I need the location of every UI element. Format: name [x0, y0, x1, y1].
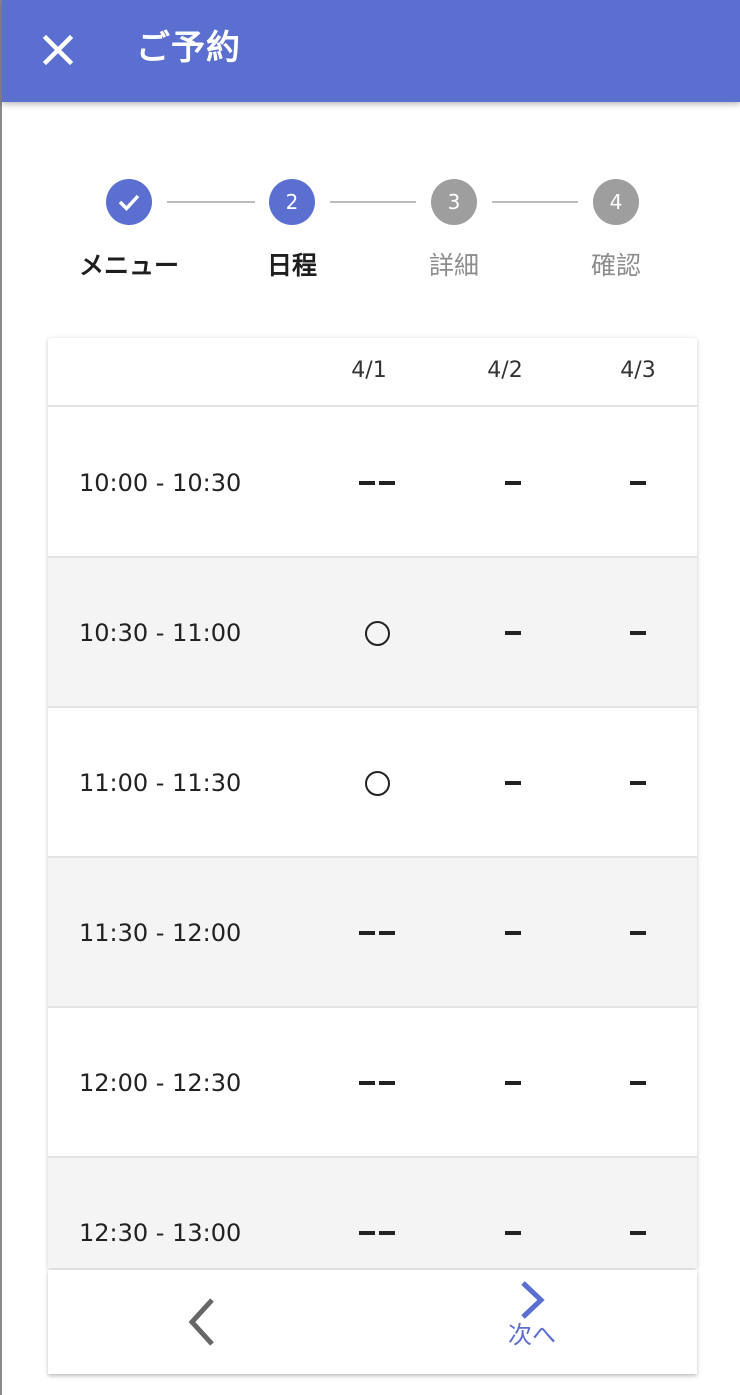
unavailable-slot	[473, 913, 553, 953]
unavailable-slot	[473, 1213, 553, 1253]
dash-mark	[630, 1081, 646, 1085]
step-label: 詳細	[428, 251, 479, 280]
step-number: 2	[269, 179, 315, 225]
step-label: 日程	[266, 251, 317, 280]
time-slot-label: 12:00 - 12:30	[79, 1069, 242, 1097]
date-header: 4/3	[620, 358, 656, 383]
unavailable-slot	[337, 913, 417, 953]
time-slot-label: 11:00 - 11:30	[79, 769, 242, 797]
dash-mark	[359, 1081, 375, 1085]
dash-mark	[630, 631, 646, 635]
step-label: メニュー	[78, 251, 179, 280]
time-slot-label: 10:00 - 10:30	[79, 469, 242, 497]
step-details: 3 詳細	[384, 170, 524, 283]
step-menu: メニュー	[59, 170, 199, 283]
page-title: ご予約	[136, 28, 241, 68]
step-label: 確認	[590, 251, 641, 280]
unavailable-slot	[337, 463, 417, 503]
booking-stepper: メニュー 2 日程 3 詳細 4 確認	[0, 170, 740, 300]
table-row: 12:00 - 12:30	[48, 1008, 697, 1158]
unavailable-slot	[598, 913, 678, 953]
unavailable-slot	[598, 763, 678, 803]
available-slot[interactable]	[337, 763, 417, 803]
dash-mark	[505, 481, 521, 485]
table-row: 10:00 - 10:30	[48, 408, 697, 558]
dash-mark	[505, 1081, 521, 1085]
dash-mark	[505, 1231, 521, 1235]
unavailable-slot	[337, 1063, 417, 1103]
step-number: 3	[431, 179, 477, 225]
unavailable-slot	[473, 463, 553, 503]
table-row: 11:00 - 11:30	[48, 708, 697, 858]
available-circle-icon	[364, 770, 390, 796]
dash-mark	[379, 481, 395, 485]
chevron-left-icon	[188, 1298, 214, 1346]
dash-mark	[359, 931, 375, 935]
unavailable-slot	[473, 763, 553, 803]
unavailable-slot	[598, 1213, 678, 1253]
available-circle-icon	[364, 620, 390, 646]
dash-mark	[359, 1231, 375, 1235]
dash-mark	[630, 781, 646, 785]
dash-mark	[630, 931, 646, 935]
date-header: 4/2	[487, 358, 523, 383]
unavailable-slot	[473, 613, 553, 653]
table-row: 10:30 - 11:00	[48, 558, 697, 708]
unavailable-slot	[337, 1213, 417, 1253]
dash-mark	[359, 481, 375, 485]
unavailable-slot	[598, 613, 678, 653]
schedule-table: 4/1 4/2 4/3 10:00 - 10:30 10:30 - 11:00 11…	[48, 338, 697, 1268]
time-slot-label: 10:30 - 11:00	[79, 619, 242, 647]
time-slot-label: 11:30 - 12:00	[79, 919, 242, 947]
step-number: 4	[593, 179, 639, 225]
navigation-bar: 次へ	[48, 1270, 697, 1374]
unavailable-slot	[598, 1063, 678, 1103]
step-confirm: 4 確認	[546, 170, 686, 283]
table-row: 11:30 - 12:00	[48, 858, 697, 1008]
available-slot[interactable]	[337, 613, 417, 653]
next-button[interactable]: 次へ	[496, 1280, 568, 1368]
dash-mark	[505, 781, 521, 785]
unavailable-slot	[598, 463, 678, 503]
prev-button[interactable]	[182, 1292, 222, 1352]
next-label: 次へ	[508, 1321, 556, 1349]
time-slot-label: 12:30 - 13:00	[79, 1219, 242, 1247]
dash-mark	[505, 631, 521, 635]
dash-mark	[379, 1231, 395, 1235]
date-header: 4/1	[351, 358, 387, 383]
chevron-right-icon	[521, 1281, 545, 1319]
check-icon	[106, 179, 152, 225]
app-bar: ご予約	[2, 0, 740, 102]
close-icon[interactable]	[36, 28, 80, 72]
unavailable-slot	[473, 1063, 553, 1103]
dash-mark	[379, 931, 395, 935]
dash-mark	[379, 1081, 395, 1085]
table-row: 12:30 - 13:00	[48, 1158, 697, 1268]
step-schedule: 2 日程	[222, 170, 362, 283]
table-header: 4/1 4/2 4/3	[48, 338, 697, 407]
dash-mark	[630, 1231, 646, 1235]
dash-mark	[630, 481, 646, 485]
dash-mark	[505, 931, 521, 935]
